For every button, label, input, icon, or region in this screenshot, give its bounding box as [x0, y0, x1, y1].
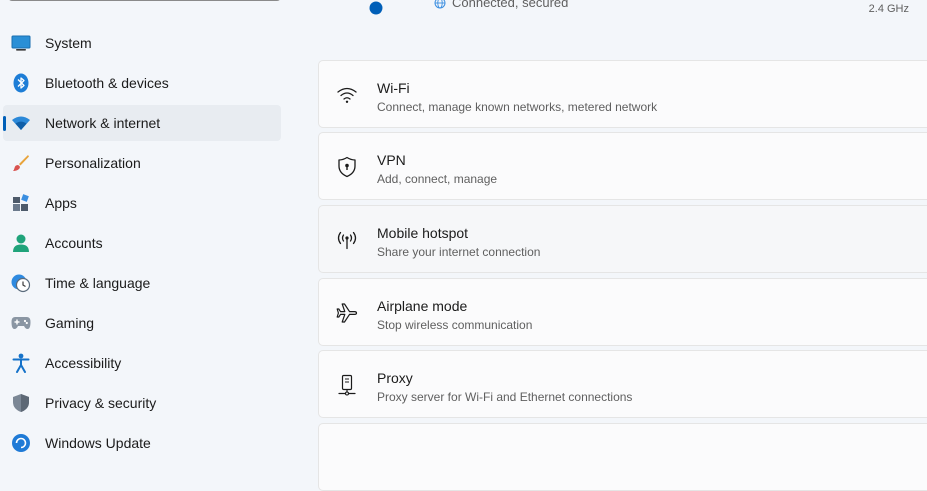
card-title: VPN [377, 152, 406, 168]
sidebar-item-personalization[interactable]: Personalization [3, 145, 281, 181]
apps-icon [11, 193, 31, 213]
card-airplane-mode[interactable]: Airplane mode Stop wireless communicatio… [318, 278, 927, 346]
clock-globe-icon [11, 273, 31, 293]
sidebar-item-bluetooth[interactable]: Bluetooth & devices [3, 65, 281, 101]
update-icon [11, 433, 31, 453]
network-status: Connected, secured 2.4 GHz [318, 0, 927, 30]
card-subtitle: Stop wireless communication [377, 318, 533, 332]
network-status-icon [369, 1, 383, 15]
monitor-icon [11, 33, 31, 53]
hotspot-icon [335, 228, 359, 252]
wifi-icon [11, 113, 31, 133]
vpn-shield-icon [335, 155, 359, 179]
sidebar-item-label: Bluetooth & devices [45, 75, 169, 91]
sidebar-item-accessibility[interactable]: Accessibility [3, 345, 281, 381]
card-proxy[interactable]: Proxy Proxy server for Wi-Fi and Etherne… [318, 350, 927, 418]
card-next[interactable] [318, 423, 927, 491]
sidebar-item-windows-update[interactable]: Windows Update [3, 425, 281, 461]
connection-status-text: Connected, secured [452, 0, 569, 10]
card-mobile-hotspot[interactable]: Mobile hotspot Share your internet conne… [318, 205, 927, 273]
gamepad-icon [11, 313, 31, 333]
airplane-icon [335, 301, 359, 325]
person-icon [11, 233, 31, 253]
card-subtitle: Connect, manage known networks, metered … [377, 100, 658, 114]
band-text: 2.4 GHz [868, 3, 909, 15]
sidebar-item-system[interactable]: System [3, 25, 281, 61]
sidebar-item-gaming[interactable]: Gaming [3, 305, 281, 341]
card-title: Airplane mode [377, 298, 468, 314]
brush-icon [11, 153, 31, 173]
globe-icon [434, 0, 446, 8]
sidebar-item-label: Personalization [45, 155, 141, 171]
sidebar-item-accounts[interactable]: Accounts [3, 225, 281, 261]
sidebar-item-label: Windows Update [45, 435, 151, 451]
card-title: Proxy [377, 370, 413, 386]
sidebar-item-privacy[interactable]: Privacy & security [3, 385, 281, 421]
sidebar-item-label: System [45, 35, 92, 51]
sidebar-item-label: Accessibility [45, 355, 122, 371]
card-subtitle: Proxy server for Wi-Fi and Ethernet conn… [377, 390, 633, 404]
sidebar-item-label: Apps [45, 195, 77, 211]
sidebar: System Bluetooth & devices Network & int… [0, 0, 300, 452]
bluetooth-icon [11, 73, 31, 93]
sidebar-item-apps[interactable]: Apps [3, 185, 281, 221]
card-subtitle: Share your internet connection [377, 245, 541, 259]
card-wifi[interactable]: Wi-Fi Connect, manage known networks, me… [318, 60, 927, 128]
shield-icon [11, 393, 31, 413]
accessibility-icon [11, 353, 31, 373]
card-title: Wi-Fi [377, 80, 410, 96]
card-title: Mobile hotspot [377, 225, 469, 241]
sidebar-item-label: Accounts [45, 235, 103, 251]
selection-indicator [3, 116, 6, 131]
proxy-icon [335, 373, 359, 397]
sidebar-item-time-language[interactable]: Time & language [3, 265, 281, 301]
sidebar-item-label: Network & internet [45, 115, 161, 131]
search-input[interactable] [8, 0, 281, 1]
sidebar-item-network[interactable]: Network & internet [3, 105, 281, 141]
sidebar-item-label: Privacy & security [45, 395, 157, 411]
card-subtitle: Add, connect, manage [377, 172, 498, 186]
sidebar-item-label: Time & language [45, 275, 151, 291]
wifi-icon [335, 83, 359, 107]
sidebar-item-label: Gaming [45, 315, 95, 331]
card-vpn[interactable]: VPN Add, connect, manage [318, 132, 927, 200]
